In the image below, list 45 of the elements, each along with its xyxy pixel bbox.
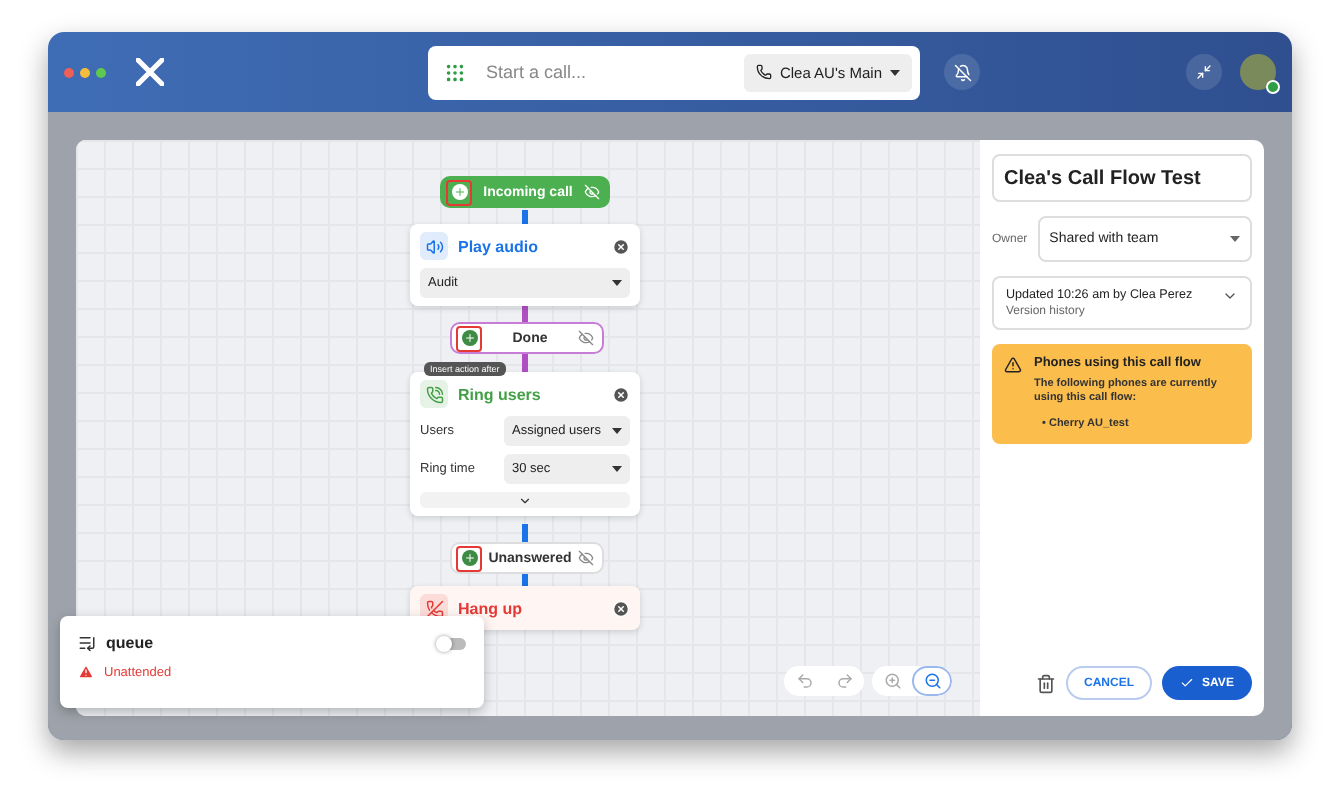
chevron-down-icon <box>518 493 532 507</box>
eye-off-icon[interactable] <box>578 550 594 566</box>
card-title: Ring users <box>458 385 543 403</box>
bell-off-icon[interactable] <box>944 54 980 90</box>
title-field[interactable]: Clea's Call Flow Test <box>992 154 1252 202</box>
undo-icon <box>795 672 813 690</box>
zoom-out-button[interactable] <box>912 666 952 696</box>
card-title: Hang up <box>458 599 524 617</box>
caret-icon <box>612 280 622 286</box>
add-button[interactable] <box>446 179 472 205</box>
plus-icon <box>463 552 475 564</box>
warning-icon <box>78 664 94 680</box>
zoom-out-icon <box>923 672 941 690</box>
caret-icon <box>890 69 900 75</box>
caret-icon <box>612 428 622 434</box>
phone-ringing-icon <box>420 380 448 408</box>
eye-off-icon[interactable] <box>578 330 594 346</box>
zoom-in-icon <box>883 672 901 690</box>
close-dot[interactable] <box>64 67 74 77</box>
check-icon <box>1180 676 1195 690</box>
plus-icon <box>463 332 475 344</box>
add-button[interactable] <box>456 325 482 351</box>
maximize-dot[interactable] <box>96 67 106 77</box>
queue-icon <box>78 634 96 652</box>
caret-icon <box>612 466 622 472</box>
close-icon[interactable] <box>612 599 630 617</box>
shrink-icon[interactable] <box>1186 54 1222 90</box>
queue-name: queue <box>106 634 154 652</box>
dialpad-icon[interactable] <box>444 61 466 83</box>
phone-icon <box>755 64 772 80</box>
close-icon[interactable] <box>612 237 630 255</box>
trash-icon[interactable] <box>1036 673 1056 693</box>
minimize-dot[interactable] <box>80 67 90 77</box>
plus-icon <box>453 186 465 198</box>
toggle[interactable] <box>438 637 466 649</box>
caret-icon <box>1230 236 1240 242</box>
speaker-icon <box>420 232 448 260</box>
warning-icon <box>1004 356 1022 374</box>
add-button[interactable] <box>456 545 482 571</box>
close-icon[interactable] <box>612 385 630 403</box>
avatar[interactable] <box>1240 54 1276 90</box>
logo-icon <box>136 58 164 86</box>
redo-icon <box>835 672 853 690</box>
chevron-down-icon <box>1222 288 1238 304</box>
card-title: Play audio <box>458 237 541 255</box>
